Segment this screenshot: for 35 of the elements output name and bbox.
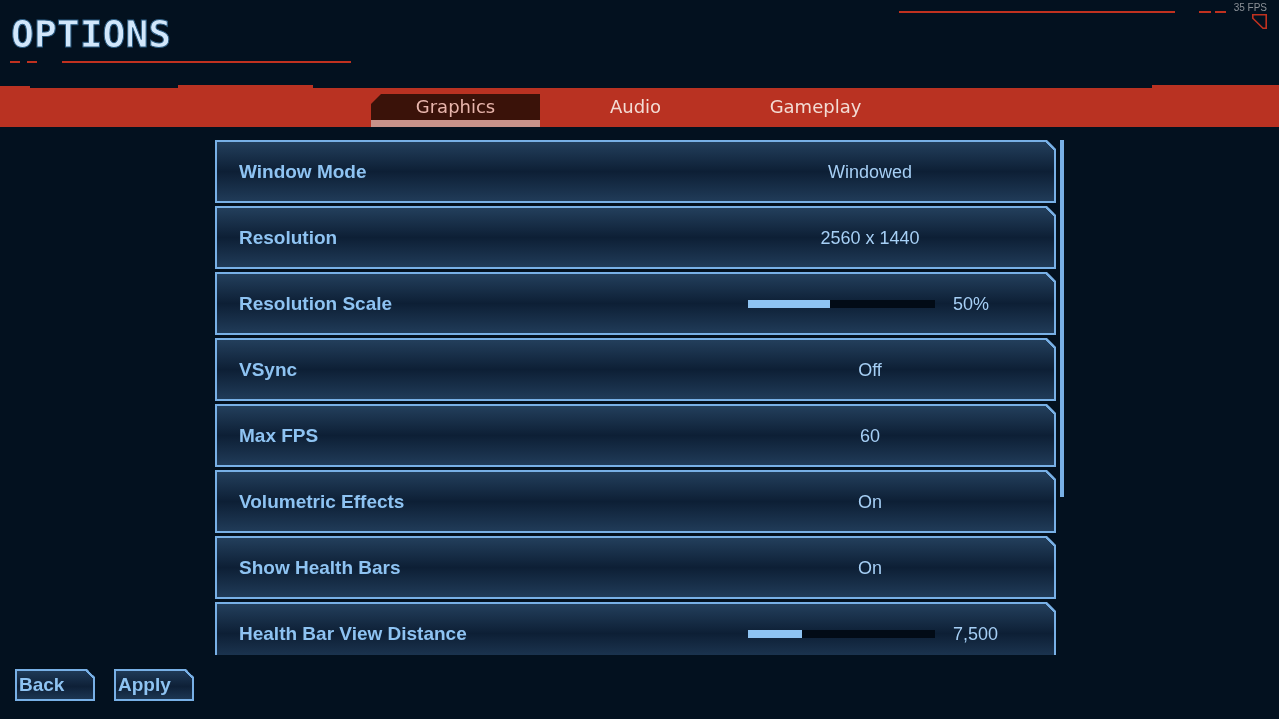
- setting-value: On: [858, 556, 882, 580]
- scrollbar-thumb[interactable]: [1060, 140, 1064, 497]
- back-button[interactable]: Back: [15, 669, 95, 701]
- tab[interactable]: Graphics: [371, 94, 540, 127]
- setting-label: Health Bar View Distance: [239, 621, 468, 646]
- setting-value: Off: [858, 358, 882, 382]
- setting-value: Windowed: [827, 160, 912, 184]
- apply-button[interactable]: Apply: [114, 669, 194, 701]
- angled-frame-icon: [1252, 14, 1267, 29]
- tab[interactable]: Audio: [551, 94, 720, 127]
- slider-track[interactable]: [748, 629, 935, 638]
- setting-value: 60: [860, 424, 880, 448]
- setting-row[interactable]: Health Bar View Distance 7,500: [215, 602, 1056, 655]
- setting-label: Resolution: [239, 225, 339, 250]
- tab[interactable]: Gameplay: [731, 94, 900, 127]
- fps-counter: 35 FPS: [1233, 2, 1267, 14]
- setting-row[interactable]: Show Health Bars On: [215, 536, 1056, 599]
- slider-track[interactable]: [748, 299, 935, 308]
- setting-row[interactable]: VSync Off: [215, 338, 1056, 401]
- setting-row[interactable]: Volumetric Effects On: [215, 470, 1056, 533]
- setting-label: Max FPS: [239, 423, 320, 448]
- setting-label: Show Health Bars: [239, 555, 402, 580]
- setting-label: VSync: [239, 357, 299, 382]
- page-title: OPTIONS: [11, 14, 172, 54]
- setting-label: Window Mode: [239, 159, 368, 184]
- setting-row[interactable]: Resolution 2560 x 1440: [215, 206, 1056, 269]
- setting-label: Resolution Scale: [239, 291, 394, 316]
- setting-value: On: [858, 490, 882, 514]
- setting-value: 2560 x 1440: [820, 226, 920, 250]
- slider-value: 7,500: [953, 622, 999, 646]
- setting-row[interactable]: Window Mode Windowed: [215, 140, 1056, 203]
- slider-value: 50%: [953, 292, 990, 316]
- setting-row[interactable]: Resolution Scale 50%: [215, 272, 1056, 335]
- setting-row[interactable]: Max FPS 60: [215, 404, 1056, 467]
- setting-label: Volumetric Effects: [239, 489, 406, 514]
